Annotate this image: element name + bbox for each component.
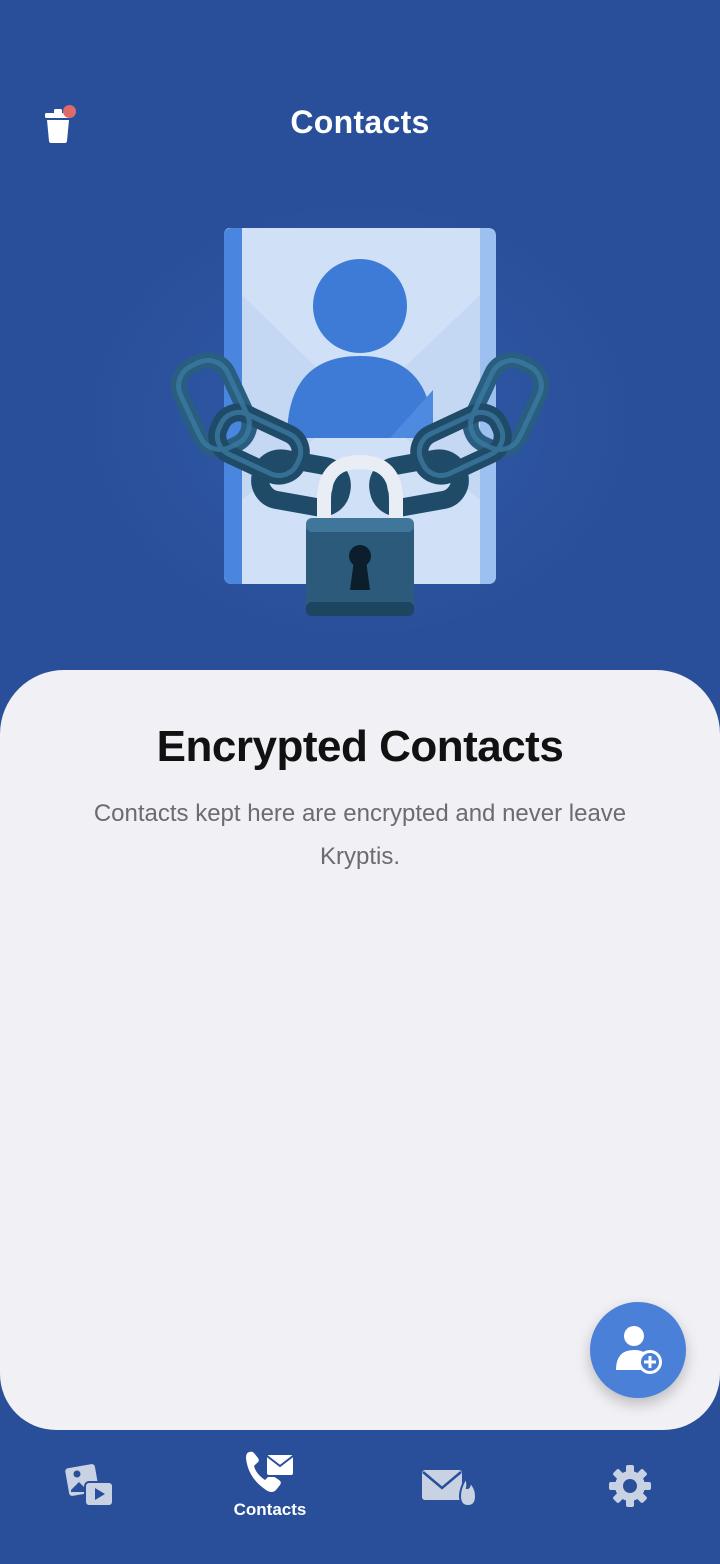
- tab-contacts-label: Contacts: [233, 1500, 307, 1519]
- empty-state-heading: Encrypted Contacts: [156, 722, 564, 771]
- contacts-icon: [246, 1451, 295, 1492]
- tab-contacts[interactable]: Contacts: [210, 1450, 330, 1540]
- tab-settings[interactable]: [570, 1450, 690, 1540]
- add-contact-button[interactable]: [590, 1302, 686, 1398]
- page-title: Contacts: [290, 104, 430, 140]
- tab-mail[interactable]: [390, 1450, 510, 1540]
- header: Contacts: [0, 0, 720, 200]
- add-contact-icon: [616, 1326, 662, 1374]
- tab-media[interactable]: [30, 1450, 150, 1540]
- burn-mail-icon: [422, 1470, 478, 1508]
- media-vault-icon: [65, 1464, 114, 1507]
- settings-gear-icon: [609, 1465, 651, 1507]
- empty-state-description: Contacts kept here are encrypted and nev…: [93, 800, 627, 870]
- locked-contact-card-illustration: [170, 228, 550, 616]
